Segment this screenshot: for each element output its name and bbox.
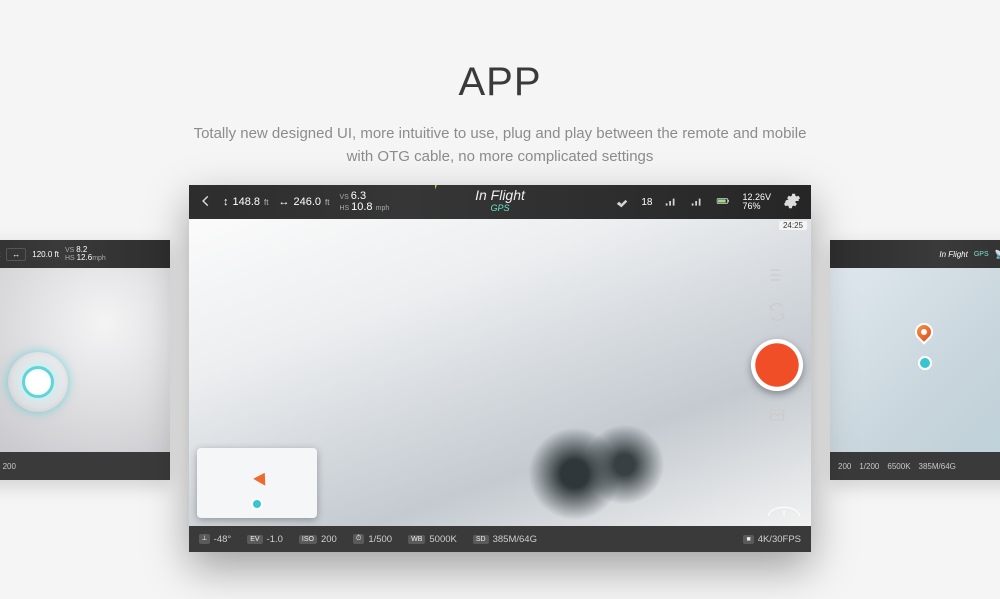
record-button[interactable] bbox=[751, 339, 803, 391]
video-mode-value[interactable]: 4K/30FPS bbox=[758, 534, 801, 545]
storage-tag: SD bbox=[473, 535, 489, 544]
flight-timer: 24:25 bbox=[779, 221, 807, 230]
wb-value[interactable]: 5000K bbox=[429, 534, 456, 545]
ev-tag: EV bbox=[247, 535, 262, 544]
storage-value: 385M/64G bbox=[919, 462, 956, 471]
phone-panel-map: In Flight GPS 📡 15 ▁▃▅ 200 1/200 6500K 3… bbox=[830, 240, 1000, 480]
satellite-icon: 📡 bbox=[995, 250, 1000, 259]
shutter-value[interactable]: 1/500 bbox=[368, 534, 392, 545]
wb-tag: WB bbox=[408, 535, 425, 544]
flight-status: In Flight bbox=[189, 187, 811, 203]
phone-panel-camera: ↕ 148.8 ft ↔ 246.0 ft VS 6.3 HS 10.8 mph… bbox=[189, 185, 811, 552]
iso-value: 200 bbox=[3, 462, 16, 471]
camera-live-view[interactable]: 24:25 bbox=[189, 219, 811, 526]
drone-heading-icon bbox=[253, 469, 271, 486]
iso-tag: ISO bbox=[299, 535, 317, 544]
shutter-value: 1/200 bbox=[859, 462, 879, 471]
camera-settings-icon[interactable] bbox=[767, 265, 787, 288]
virtual-joystick[interactable] bbox=[8, 352, 68, 412]
gps-label: GPS bbox=[974, 251, 989, 258]
shutter-tag: ⏱ bbox=[353, 534, 364, 544]
iso-value[interactable]: 200 bbox=[321, 534, 337, 545]
mini-map[interactable] bbox=[197, 448, 317, 518]
wb-value: 6500K bbox=[887, 462, 910, 471]
distance-value: 120.0 ft bbox=[32, 250, 59, 259]
page-title: APP bbox=[0, 60, 1000, 105]
video-tag: ■ bbox=[743, 535, 753, 544]
playback-icon[interactable] bbox=[767, 405, 787, 428]
gimbal-angle[interactable]: -48° bbox=[214, 534, 232, 545]
storage-value[interactable]: 385M/64G bbox=[493, 534, 537, 545]
home-pin-icon bbox=[911, 319, 936, 344]
distance-icon: ↔ bbox=[6, 248, 26, 261]
flight-status: In Flight bbox=[939, 250, 967, 259]
drone-dot-icon bbox=[918, 356, 932, 370]
gps-label: GPS bbox=[189, 203, 811, 213]
hs-value: 12.6 bbox=[77, 253, 93, 262]
drone-dot-icon bbox=[251, 498, 263, 510]
phone-panel-controller: ↕ 60.4 ft ↔ 120.0 ft VS 8.2 HS 12.6mph -… bbox=[0, 240, 170, 480]
page-subtitle: Totally new designed UI, more intuitive … bbox=[0, 123, 1000, 168]
gimbal-indicator-icon bbox=[767, 498, 801, 520]
ev-value[interactable]: -1.0 bbox=[267, 534, 283, 545]
iso-value: 200 bbox=[838, 462, 851, 471]
mode-switch-icon[interactable] bbox=[767, 302, 787, 325]
gimbal-tag: ⟂ bbox=[199, 534, 210, 544]
